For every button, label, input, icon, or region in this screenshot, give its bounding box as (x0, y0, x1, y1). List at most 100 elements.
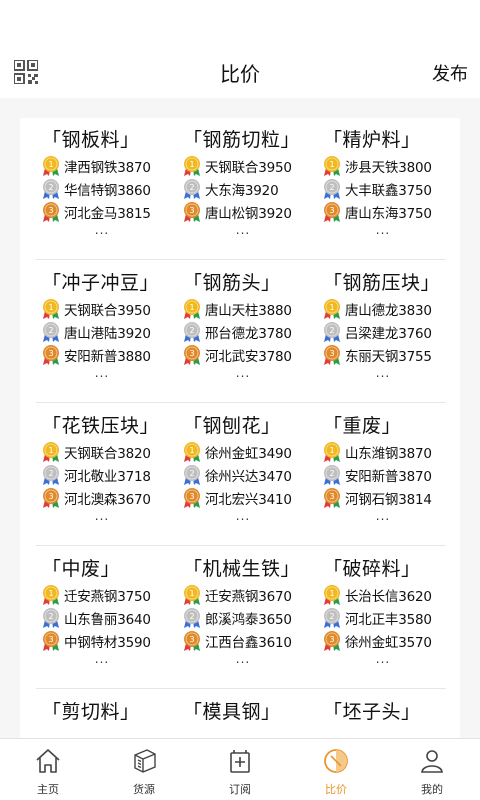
rank-item[interactable]: 1 涉县天铁3800 (323, 154, 461, 177)
category-title[interactable]: 「钢刨花」 (183, 412, 321, 440)
category-title[interactable]: 「剪切料」 (42, 698, 180, 726)
category-block[interactable]: 「中废」 1 迁安燕钢3750 2 山东鲁丽3640 3 中钢特材3590... (42, 555, 180, 672)
category-block[interactable]: 「钢筋头」 1 唐山天柱3880 2 邢台德龙3780 3 河北武安3780... (183, 269, 321, 386)
rank-item[interactable]: 3 中钢特材3590 (42, 629, 180, 652)
category-title[interactable]: 「坯子头」 (323, 698, 461, 726)
category-title[interactable]: 「钢筋头」 (183, 269, 321, 297)
rank-item[interactable]: 2 河北正丰3580 (323, 606, 461, 629)
more-indicator[interactable]: ... (323, 223, 443, 243)
more-indicator[interactable]: ... (183, 652, 303, 672)
rank-item[interactable]: 1 长治长信3620 (323, 583, 461, 606)
more-indicator[interactable]: ... (323, 366, 443, 386)
category-block[interactable]: 「钢筋切粒」 1 天钢联合3950 2 大东海3920 3 唐山松钢3920... (183, 126, 321, 243)
category-title[interactable]: 「钢板料」 (42, 126, 180, 154)
more-indicator[interactable]: ... (42, 366, 162, 386)
svg-text:2: 2 (189, 469, 194, 478)
more-indicator[interactable]: ... (42, 509, 162, 529)
rank-item[interactable]: 1 唐山德龙3830 (323, 297, 461, 320)
home-icon (36, 749, 60, 773)
rank-item[interactable]: 3 河北金马3815 (42, 200, 180, 223)
rank-item[interactable]: 3 河北武安3780 (183, 343, 321, 366)
category-title[interactable]: 「机械生铁」 (183, 555, 321, 583)
rank-item[interactable]: 1 天钢联合3950 (183, 154, 321, 177)
rank-item[interactable]: 3 东丽天钢3755 (323, 343, 461, 366)
bronze-medal-icon: 3 (43, 630, 59, 651)
rank-item[interactable]: 1 天钢联合3820 (42, 440, 180, 463)
tab-goods[interactable]: 货源 (96, 739, 192, 800)
category-title[interactable]: 「中废」 (42, 555, 180, 583)
tab-compare[interactable]: 比价 (288, 739, 384, 800)
category-title[interactable]: 「钢筋切粒」 (183, 126, 321, 154)
tab-profile[interactable]: 我的 (384, 739, 480, 800)
silver-medal-icon: 2 (43, 178, 59, 199)
category-title[interactable]: 「精炉料」 (323, 126, 461, 154)
category-block[interactable]: 「坯子头」 (323, 698, 461, 726)
more-indicator[interactable]: ... (183, 366, 303, 386)
category-block[interactable]: 「花铁压块」 1 天钢联合3820 2 河北敬业3718 3 河北澳森3670... (42, 412, 180, 529)
rank-item[interactable]: 2 邢台德龙3780 (183, 320, 321, 343)
more-indicator[interactable]: ... (42, 223, 162, 243)
category-title[interactable]: 「钢筋压块」 (323, 269, 461, 297)
rank-item-label: 唐山港陆3920 (64, 325, 151, 342)
category-title[interactable]: 「冲子冲豆」 (42, 269, 180, 297)
rank-item[interactable]: 3 河北宏兴3410 (183, 486, 321, 509)
rank-item[interactable]: 2 郎溪鸿泰3650 (183, 606, 321, 629)
rank-item[interactable]: 1 唐山天柱3880 (183, 297, 321, 320)
rank-item[interactable]: 2 唐山港陆3920 (42, 320, 180, 343)
category-block[interactable]: 「冲子冲豆」 1 天钢联合3950 2 唐山港陆3920 3 安阳新普3880... (42, 269, 180, 386)
category-block[interactable]: 「精炉料」 1 涉县天铁3800 2 大丰联鑫3750 3 唐山东海3750... (323, 126, 461, 243)
category-title[interactable]: 「模具钢」 (183, 698, 321, 726)
category-block[interactable]: 「机械生铁」 1 迁安燕钢3670 2 郎溪鸿泰3650 3 江西台鑫3610... (183, 555, 321, 672)
rank-item-label: 迁安燕钢3670 (205, 588, 292, 605)
rank-item[interactable]: 1 天钢联合3950 (42, 297, 180, 320)
rank-item[interactable]: 2 华信特钢3860 (42, 177, 180, 200)
category-block[interactable]: 「剪切料」 (42, 698, 180, 726)
rank-item-label: 唐山德龙3830 (345, 302, 432, 319)
rank-item-label: 唐山天柱3880 (205, 302, 292, 319)
category-title[interactable]: 「花铁压块」 (42, 412, 180, 440)
category-block[interactable]: 「模具钢」 (183, 698, 321, 726)
rank-item[interactable]: 2 河北敬业3718 (42, 463, 180, 486)
rank-item-label: 长治长信3620 (345, 588, 432, 605)
rank-item[interactable]: 3 徐州金虹3570 (323, 629, 461, 652)
rank-item[interactable]: 1 津西钢铁3870 (42, 154, 180, 177)
rank-item[interactable]: 3 安阳新普3880 (42, 343, 180, 366)
category-block[interactable]: 「钢刨花」 1 徐州金虹3490 2 徐州兴达3470 3 河北宏兴3410... (183, 412, 321, 529)
rank-item[interactable]: 2 大东海3920 (183, 177, 321, 200)
category-block[interactable]: 「钢板料」 1 津西钢铁3870 2 华信特钢3860 3 河北金马3815... (42, 126, 180, 243)
qr-code-icon[interactable] (14, 60, 38, 84)
rank-item-label: 山东潍钢3870 (345, 445, 432, 462)
more-indicator[interactable]: ... (323, 509, 443, 529)
category-block[interactable]: 「钢筋压块」 1 唐山德龙3830 2 吕梁建龙3760 3 东丽天钢3755... (323, 269, 461, 386)
rank-item[interactable]: 2 山东鲁丽3640 (42, 606, 180, 629)
tab-home[interactable]: 主页 (0, 739, 96, 800)
rank-item[interactable]: 1 山东潍钢3870 (323, 440, 461, 463)
rank-item[interactable]: 2 安阳新普3870 (323, 463, 461, 486)
content-area[interactable]: 「钢板料」 1 津西钢铁3870 2 华信特钢3860 3 河北金马3815... 「钢筋切粒… (0, 98, 480, 738)
rank-item[interactable]: 3 河北澳森3670 (42, 486, 180, 509)
rank-item[interactable]: 2 大丰联鑫3750 (323, 177, 461, 200)
tab-subscribe[interactable]: 订阅 (192, 739, 288, 800)
rank-item-label: 大丰联鑫3750 (345, 182, 432, 199)
rank-item[interactable]: 1 徐州金虹3490 (183, 440, 321, 463)
rank-item[interactable]: 3 江西台鑫3610 (183, 629, 321, 652)
rank-item[interactable]: 3 唐山松钢3920 (183, 200, 321, 223)
category-block[interactable]: 「破碎料」 1 长治长信3620 2 河北正丰3580 3 徐州金虹3570... (323, 555, 461, 672)
publish-button[interactable]: 发布 (432, 60, 468, 86)
bottom-tab-bar: 主页 货源 订阅 比价 我的 (0, 738, 480, 800)
more-indicator[interactable]: ... (323, 652, 443, 672)
rank-item[interactable]: 2 徐州兴达3470 (183, 463, 321, 486)
category-title[interactable]: 「破碎料」 (323, 555, 461, 583)
more-indicator[interactable]: ... (42, 652, 162, 672)
rank-item[interactable]: 3 河钢石钢3814 (323, 486, 461, 509)
rank-item[interactable]: 1 迁安燕钢3670 (183, 583, 321, 606)
rank-item[interactable]: 3 唐山东海3750 (323, 200, 461, 223)
rank-item[interactable]: 1 迁安燕钢3750 (42, 583, 180, 606)
rank-item-label: 山东鲁丽3640 (64, 611, 151, 628)
category-title[interactable]: 「重废」 (323, 412, 461, 440)
category-block[interactable]: 「重废」 1 山东潍钢3870 2 安阳新普3870 3 河钢石钢3814... (323, 412, 461, 529)
rank-item[interactable]: 2 吕梁建龙3760 (323, 320, 461, 343)
more-indicator[interactable]: ... (183, 223, 303, 243)
rank-item-label: 徐州金虹3570 (345, 634, 432, 651)
more-indicator[interactable]: ... (183, 509, 303, 529)
